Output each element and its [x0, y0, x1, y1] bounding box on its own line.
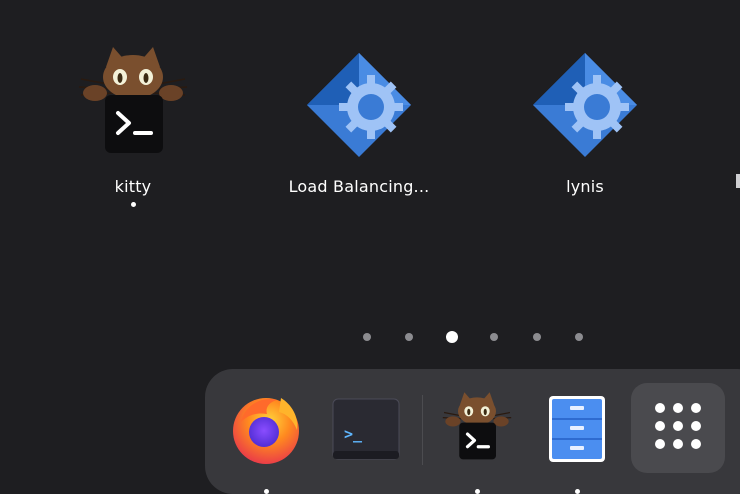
show-apps-button[interactable] [631, 383, 725, 473]
page-dot-5[interactable] [533, 333, 541, 341]
running-indicator [475, 489, 480, 494]
kitty-cat-terminal-icon [439, 391, 515, 471]
dock-item-firefox[interactable] [226, 391, 306, 494]
file-cabinet-icon [548, 395, 606, 467]
page-dot-3-active[interactable] [446, 331, 458, 343]
running-indicator [575, 489, 580, 494]
dock: >_ [205, 369, 740, 494]
page-indicator [0, 328, 740, 346]
running-indicator [130, 202, 136, 207]
app-label-lynis: lynis [566, 177, 604, 196]
terminal-prompt: >_ [344, 425, 363, 443]
app-tile-kitty[interactable]: kitty [43, 45, 223, 215]
kitty-cat-terminal-icon [73, 45, 193, 165]
next-page-app-edge [736, 174, 740, 188]
dock-item-file-cabinet[interactable] [537, 391, 617, 494]
gear-diamond-icon [299, 45, 419, 165]
app-tile-load-balancing[interactable]: Load Balancing... [269, 45, 449, 215]
firefox-icon [229, 392, 303, 470]
page-dot-2[interactable] [405, 333, 413, 341]
page-dot-4[interactable] [490, 333, 498, 341]
page-dot-6[interactable] [575, 333, 583, 341]
app-tile-lynis[interactable]: lynis [495, 45, 675, 215]
app-label-kitty: kitty [114, 177, 152, 196]
dock-item-kitty[interactable] [437, 391, 517, 494]
terminal-icon: >_ [332, 397, 400, 465]
running-indicator [264, 489, 269, 494]
app-grid-icon [651, 399, 705, 457]
app-label-load-balancing: Load Balancing... [288, 177, 430, 196]
dock-item-terminal[interactable]: >_ [326, 391, 406, 471]
dock-separator [422, 395, 423, 465]
page-dot-1[interactable] [363, 333, 371, 341]
gear-diamond-icon [525, 45, 645, 165]
